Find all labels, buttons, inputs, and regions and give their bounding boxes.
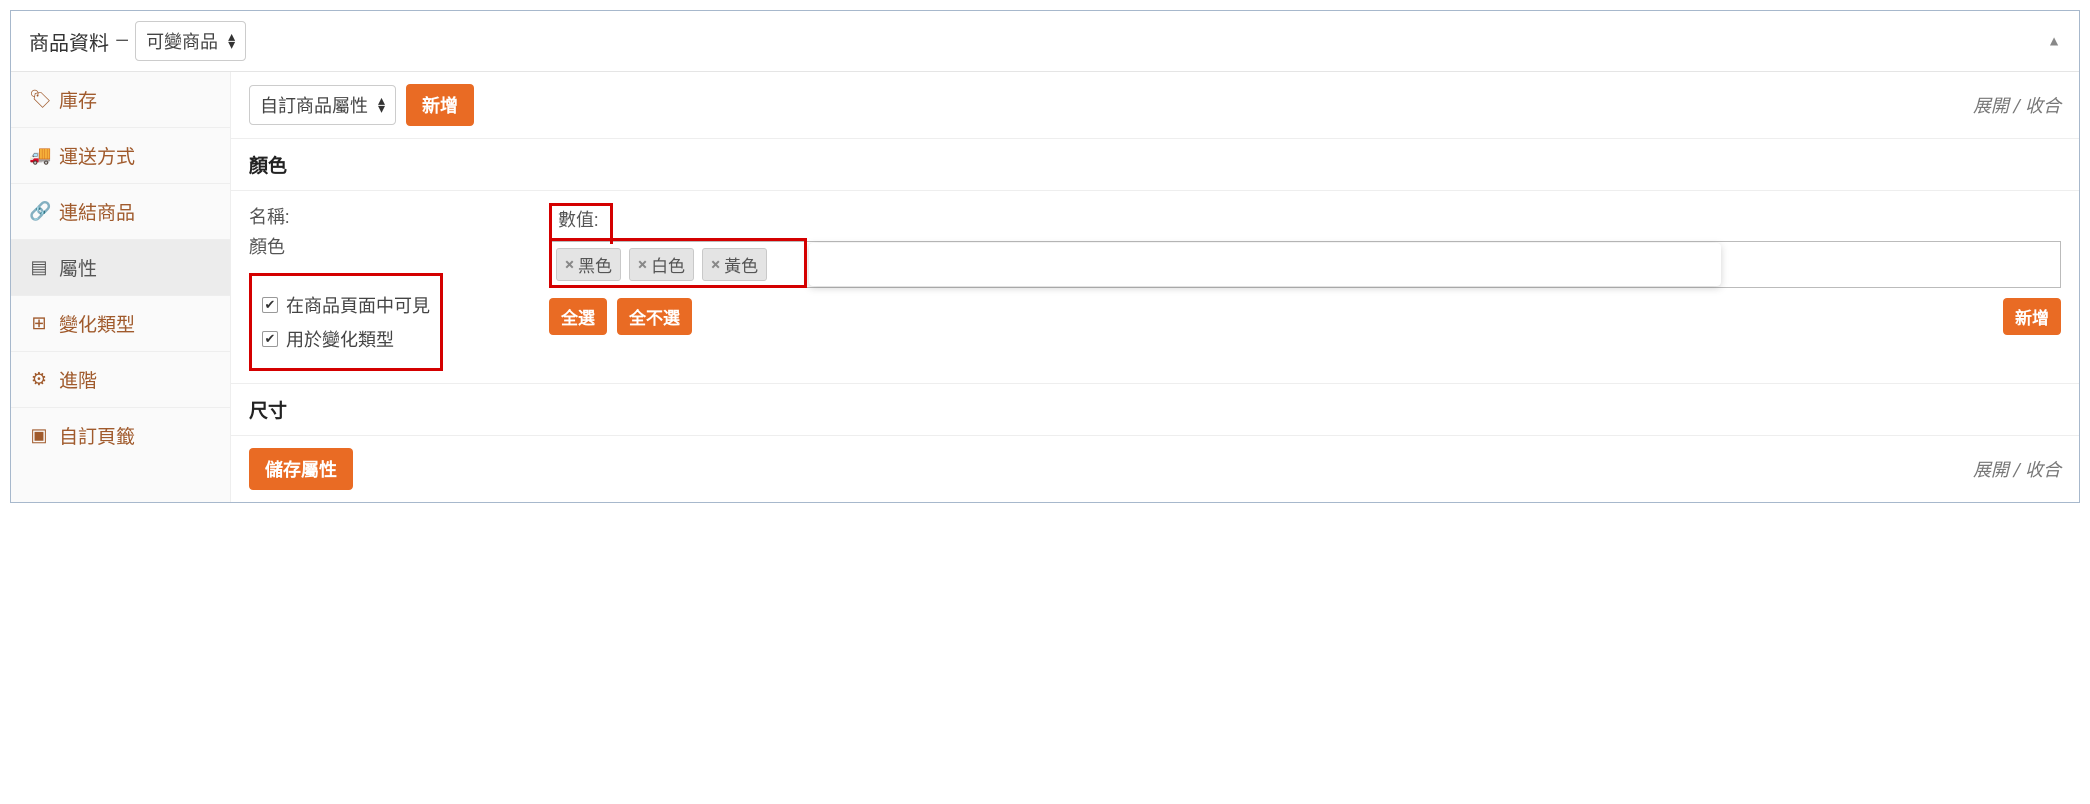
panel-header: 商品資料 — 可變商品 ▲: [11, 11, 2079, 72]
panel-body: 🏷 庫存 🚚 運送方式 🔗 連結商品 ▤ 屬性 ⊞ 變化類型 ⚙ 進階: [11, 72, 2079, 502]
highlight-checkbox-group: ✔ 在商品頁面中可見 ✔ 用於變化類型: [249, 273, 443, 371]
sidebar-item-inventory[interactable]: 🏷 庫存: [11, 72, 230, 128]
sidebar-item-attributes[interactable]: ▤ 屬性: [11, 240, 230, 296]
remove-icon[interactable]: ×: [638, 255, 647, 275]
tag-item[interactable]: ×黃色: [702, 248, 767, 281]
select-none-button[interactable]: 全不選: [617, 298, 692, 335]
content: 自訂商品屬性 新增 展開 / 收合 顏色 名稱: 顏色: [231, 72, 2079, 502]
attribute-toolbar: 自訂商品屬性 新增 展開 / 收合: [231, 72, 2079, 139]
truck-icon: 🚚: [29, 145, 49, 166]
visible-checkbox[interactable]: ✔: [262, 297, 278, 313]
stepper-icon: [228, 33, 235, 50]
collapse-link[interactable]: 收合: [2025, 96, 2061, 117]
card-icon: ▤: [29, 257, 49, 278]
dash: —: [115, 31, 129, 52]
add-new-value-button[interactable]: 新增: [2003, 298, 2061, 335]
attribute-left-column: 名稱: 顏色 ✔ 在商品頁面中可見 ✔ 用於變化類型: [249, 203, 549, 371]
tag-item[interactable]: ×黑色: [556, 248, 621, 281]
tag-icon: 🏷: [29, 89, 49, 110]
name-label: 名稱:: [249, 203, 529, 229]
attribute-heading: 尺寸: [249, 396, 287, 423]
attribute-section-color-body: 名稱: 顏色 ✔ 在商品頁面中可見 ✔ 用於變化類型: [231, 191, 2079, 384]
sidebar-label: 變化類型: [59, 310, 135, 337]
link-icon: 🔗: [29, 201, 49, 222]
sidebar-label: 屬性: [59, 254, 97, 281]
save-attributes-button[interactable]: 儲存屬性: [249, 448, 353, 490]
visible-label: 在商品頁面中可見: [286, 292, 430, 318]
product-type-select[interactable]: 可變商品: [135, 21, 246, 61]
tab-icon: ▣: [29, 425, 49, 446]
select-all-button[interactable]: 全選: [549, 298, 607, 335]
sidebar: 🏷 庫存 🚚 運送方式 🔗 連結商品 ▤ 屬性 ⊞ 變化類型 ⚙ 進階: [11, 72, 231, 502]
expand-link[interactable]: 展開: [1973, 460, 2009, 481]
values-label: 數值:: [552, 206, 604, 238]
sidebar-item-variations[interactable]: ⊞ 變化類型: [11, 296, 230, 352]
attribute-footer: 儲存屬性 展開 / 收合: [231, 436, 2079, 502]
sidebar-item-custom-tabs[interactable]: ▣ 自訂頁籤: [11, 408, 230, 463]
stepper-icon: [378, 97, 385, 114]
attribute-heading: 顏色: [249, 151, 287, 178]
expand-collapse-links: 展開 / 收合: [1973, 92, 2061, 118]
attribute-section-color-header[interactable]: 顏色: [231, 139, 2079, 191]
remove-icon[interactable]: ×: [565, 255, 574, 275]
attribute-type-value: 自訂商品屬性: [260, 92, 368, 118]
sidebar-item-linked[interactable]: 🔗 連結商品: [11, 184, 230, 240]
remove-icon[interactable]: ×: [711, 255, 720, 275]
expand-link[interactable]: 展開: [1973, 96, 2009, 117]
attribute-section-size-header[interactable]: 尺寸: [231, 384, 2079, 436]
sidebar-label: 運送方式: [59, 142, 135, 169]
collapse-caret-icon[interactable]: ▲: [2047, 33, 2061, 50]
product-type-value: 可變商品: [146, 28, 218, 54]
expand-collapse-links-footer: 展開 / 收合: [1973, 456, 2061, 482]
tag-item[interactable]: ×白色: [629, 248, 694, 281]
highlight-values-label: 數值:: [549, 203, 613, 244]
attribute-type-select[interactable]: 自訂商品屬性: [249, 85, 396, 125]
sidebar-label: 自訂頁籤: [59, 422, 135, 449]
name-value: 顏色: [249, 233, 529, 259]
panel-title: 商品資料: [29, 27, 109, 56]
sidebar-item-advanced[interactable]: ⚙ 進階: [11, 352, 230, 408]
variation-label: 用於變化類型: [286, 326, 394, 352]
add-attribute-button[interactable]: 新增: [406, 84, 474, 126]
sidebar-label: 連結商品: [59, 198, 135, 225]
sidebar-label: 庫存: [59, 86, 97, 113]
sidebar-item-shipping[interactable]: 🚚 運送方式: [11, 128, 230, 184]
grid-icon: ⊞: [29, 313, 49, 334]
attribute-right-column: 數值: ×黑色 ×白色 ×黃色: [549, 203, 2061, 335]
product-data-panel: 商品資料 — 可變商品 ▲ 🏷 庫存 🚚 運送方式 🔗 連結商品 ▤ 屬性: [10, 10, 2080, 503]
values-tag-input[interactable]: ×黑色 ×白色 ×黃色: [549, 241, 2061, 288]
sidebar-label: 進階: [59, 366, 97, 393]
variation-checkbox[interactable]: ✔: [262, 331, 278, 347]
collapse-link[interactable]: 收合: [2025, 460, 2061, 481]
gear-icon: ⚙: [29, 369, 49, 390]
